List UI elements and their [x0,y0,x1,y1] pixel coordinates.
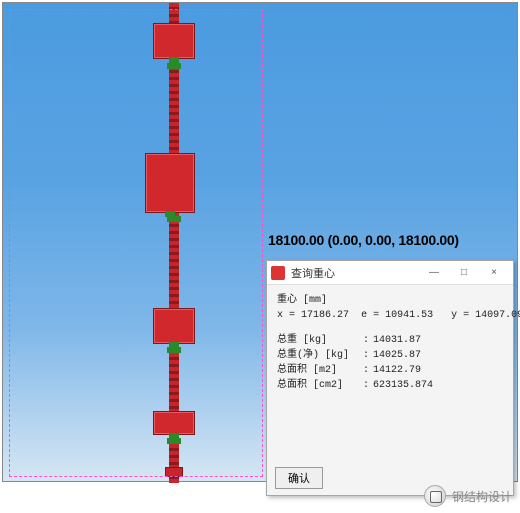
cog-e-label: e = [361,308,379,323]
row-label: 总重 [kg] [277,333,359,348]
watermark-icon [424,485,446,507]
watermark: 钢结构设计 [424,485,512,507]
totals-section: 总重 [kg] : 14031.87 总重(净) [kg] : 14025.87… [277,333,503,393]
row-value: 14122.79 [373,363,421,378]
coordinate-readout: 18100.00 (0.00, 0.00, 18100.00) [268,232,459,248]
table-row: 总面积 [cm2] : 623135.874 [277,378,503,393]
dialog-title: 查询重心 [291,265,419,281]
dialog-titlebar[interactable]: 查询重心 — □ × [267,261,513,285]
maximize-button[interactable]: □ [449,263,479,283]
app-icon [271,266,285,280]
cog-heading: 重心 [mm] [277,293,503,308]
cog-x-value: 17186.27 [301,308,349,323]
row-label: 总重(净) [kg] [277,348,359,363]
ok-button[interactable]: 确认 [275,467,323,489]
dialog-body: 重心 [mm] x = 17186.27 e = 10941.53 y = 14… [267,285,513,397]
row-value: 14031.87 [373,333,421,348]
close-button[interactable]: × [479,263,509,283]
cog-y-label: y = [451,308,469,323]
cog-e-value: 10941.53 [385,308,433,323]
selection-rectangle [9,9,263,477]
cog-y-value: 14097.09 [475,308,520,323]
minimize-button[interactable]: — [419,263,449,283]
table-row: 总面积 [m2] : 14122.79 [277,363,503,378]
watermark-text: 钢结构设计 [452,488,512,505]
row-value: 623135.874 [373,378,433,393]
table-row: 总重 [kg] : 14031.87 [277,333,503,348]
cog-values: x = 17186.27 e = 10941.53 y = 14097.09 [277,308,503,323]
table-row: 总重(净) [kg] : 14025.87 [277,348,503,363]
row-label: 总面积 [cm2] [277,378,359,393]
row-value: 14025.87 [373,348,421,363]
cog-x-label: x = [277,308,295,323]
cog-label: 重心 [mm] [277,293,327,308]
cog-dialog: 查询重心 — □ × 重心 [mm] x = 17186.27 e = 1094… [266,260,514,496]
row-label: 总面积 [m2] [277,363,359,378]
